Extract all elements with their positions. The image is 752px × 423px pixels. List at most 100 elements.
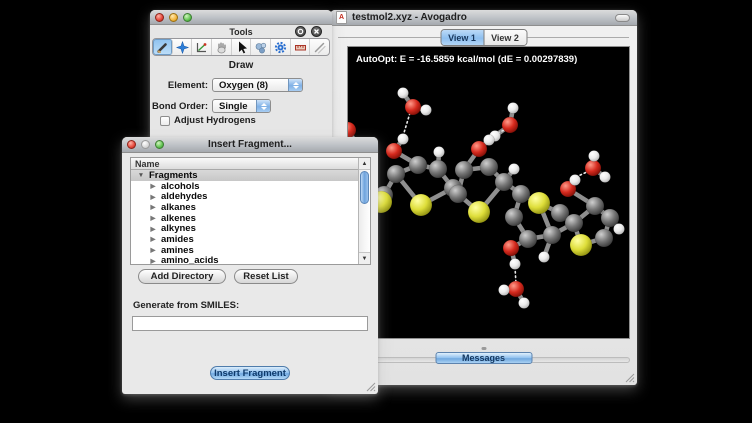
cursor-icon (235, 41, 248, 54)
document-icon: A (336, 11, 347, 24)
fragment-item-alcohols[interactable]: ▶ alcohols (131, 181, 358, 192)
tools-titlebar[interactable] (150, 10, 332, 25)
fragment-item-alkynes[interactable]: ▶ alkynes (131, 223, 358, 234)
close-button[interactable] (127, 140, 136, 149)
autoopt-status-text: AutoOpt: E = -16.5859 kcal/mol (dE = 0.0… (356, 54, 577, 65)
minimize-button[interactable] (169, 13, 178, 22)
fragment-titlebar[interactable]: Insert Fragment... (122, 137, 378, 153)
expand-triangle-icon[interactable]: ▶ (149, 214, 157, 222)
element-label: Element: (150, 80, 208, 91)
hand-icon (215, 41, 228, 54)
fragment-label: alkenes (161, 213, 196, 224)
splitter-handle[interactable] (481, 347, 486, 350)
fragment-label: Fragments (149, 170, 198, 181)
combo-arrows-icon (288, 79, 302, 91)
scroll-down-icon[interactable]: ▼ (359, 252, 370, 264)
adjust-hydrogens-checkbox[interactable] (160, 116, 170, 126)
smiles-label: Generate from SMILES: (133, 300, 239, 311)
element-combobox[interactable]: Oxygen (8) (212, 78, 303, 92)
gl-viewport[interactable]: AutoOpt: E = -16.5859 kcal/mol (dE = 0.0… (347, 46, 630, 339)
expand-triangle-icon[interactable]: ▶ (149, 257, 157, 264)
bond-order-row: Bond Order: Single (150, 99, 332, 114)
collapse-triangle-icon[interactable]: ▼ (137, 172, 145, 179)
scroll-up-icon[interactable]: ▲ (359, 158, 370, 170)
expand-triangle-icon[interactable]: ▶ (149, 225, 157, 233)
view-tabs: View 1 View 2 (440, 29, 527, 46)
fragment-window-title: Insert Fragment... (164, 139, 336, 150)
navigate-tool-button[interactable] (173, 39, 193, 55)
resize-grip-icon[interactable] (625, 373, 635, 383)
expand-triangle-icon[interactable]: ▶ (149, 246, 157, 254)
fragment-label: aldehydes (161, 191, 207, 202)
fragment-item-alkanes[interactable]: ▶ alkanes (131, 202, 358, 213)
scroll-thumb[interactable] (360, 171, 369, 204)
draw-section-title: Draw (150, 60, 332, 71)
tab-view-1[interactable]: View 1 (441, 30, 484, 45)
fragment-label: alcohols (161, 181, 200, 192)
insert-fragment-button[interactable]: Insert Fragment (210, 366, 290, 380)
expand-triangle-icon[interactable]: ▶ (149, 193, 157, 201)
zoom-button[interactable] (155, 140, 164, 149)
tab-view-2[interactable]: View 2 (484, 30, 526, 45)
dock-close-button[interactable] (311, 26, 322, 37)
close-x-icon (313, 28, 320, 35)
close-button[interactable] (155, 13, 164, 22)
molecule-render (348, 47, 629, 338)
gear-icon (274, 41, 287, 54)
adjust-hydrogens-label: Adjust Hydrogens (174, 115, 256, 126)
bond-order-label: Bond Order: (150, 101, 208, 112)
bondcentric-icon (195, 41, 208, 54)
element-row: Element: Oxygen (8) (150, 78, 332, 93)
main-window-title: testmol2.xyz - Avogadro (347, 12, 467, 23)
autorotate-tool-button[interactable] (251, 39, 271, 55)
manipulate-tool-button[interactable] (212, 39, 232, 55)
fragment-item-alkenes[interactable]: ▶ alkenes (131, 213, 358, 224)
fragment-item-aldehydes[interactable]: ▶ aldehydes (131, 191, 358, 202)
resize-grip-icon[interactable] (366, 382, 376, 392)
expand-triangle-icon[interactable]: ▶ (149, 203, 157, 211)
reset-list-button[interactable]: Reset List (234, 269, 298, 284)
measure-tool-button[interactable] (291, 39, 311, 55)
messages-button[interactable]: Messages (435, 352, 532, 364)
toolbar-toggle-button[interactable] (615, 14, 630, 22)
expand-triangle-icon[interactable]: ▶ (149, 235, 157, 243)
fragment-item-amides[interactable]: ▶ amides (131, 234, 358, 245)
draw-tool-button[interactable] (153, 39, 173, 55)
bondcentric-tool-button[interactable] (192, 39, 212, 55)
desktop: A testmol2.xyz - Avogadro View 1 View 2 … (0, 0, 752, 423)
main-titlebar[interactable]: A testmol2.xyz - Avogadro (330, 10, 637, 26)
bond-order-combobox[interactable]: Single (212, 99, 271, 113)
align-icon (313, 41, 326, 54)
align-tool-button[interactable] (310, 39, 329, 55)
expand-triangle-icon[interactable]: ▶ (149, 182, 157, 190)
insert-fragment-window: Insert Fragment... Name ▼Fragments▶alcoh… (122, 137, 378, 394)
list-header-name[interactable]: Name (131, 158, 358, 170)
zoom-button[interactable] (183, 13, 192, 22)
tools-dock-header: Tools (150, 25, 332, 38)
fragment-label: amino_acids (161, 255, 219, 264)
list-scrollbar[interactable]: ▲ ▼ (358, 158, 370, 264)
smiles-input[interactable] (132, 316, 368, 331)
combo-arrows-icon (256, 100, 270, 112)
fragment-list: Name ▼Fragments▶alcohols▶aldehydes▶alkan… (130, 157, 371, 265)
fragment-label: alkynes (161, 223, 196, 234)
fragment-root-row[interactable]: ▼ Fragments (131, 170, 358, 181)
tools-toolbar (152, 38, 330, 56)
autorotate-icon (254, 41, 267, 54)
fragment-label: amides (161, 234, 194, 245)
selection-tool-button[interactable] (232, 39, 252, 55)
navigate-star-icon (176, 41, 189, 54)
fragment-item-amino_acids[interactable]: ▶ amino_acids (131, 256, 358, 265)
dock-float-button[interactable] (295, 26, 306, 37)
element-value: Oxygen (8) (219, 80, 268, 91)
fragment-item-amines[interactable]: ▶ amines (131, 245, 358, 256)
ruler-icon (294, 41, 307, 54)
autooptimize-tool-button[interactable] (271, 39, 291, 55)
pencil-icon (156, 41, 169, 54)
adjust-hydrogens-row: Adjust Hydrogens (160, 115, 256, 126)
add-directory-button[interactable]: Add Directory (138, 269, 226, 284)
float-icon (297, 28, 304, 35)
bond-order-value: Single (219, 101, 248, 112)
fragment-label: alkanes (161, 202, 196, 213)
fragment-label: amines (161, 245, 194, 256)
